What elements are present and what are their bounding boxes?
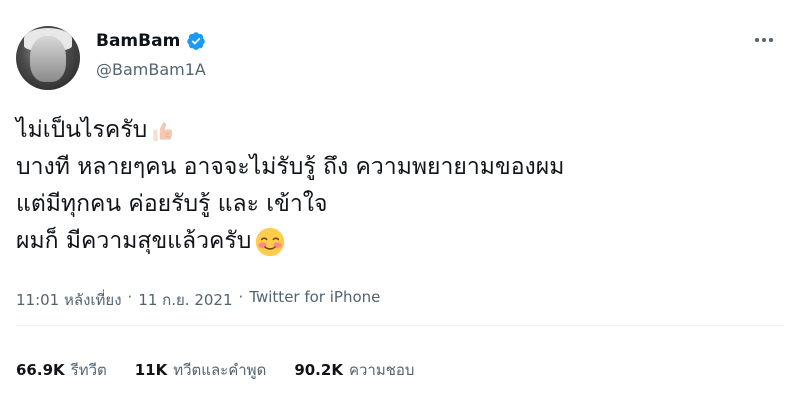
more-options-icon[interactable]	[750, 30, 778, 50]
tweet-time[interactable]: 11:01 หลังเที่ยง	[16, 288, 122, 312]
thumbs-up-icon	[153, 121, 173, 141]
retweets-stat[interactable]: 66.9K รีทวีต	[16, 358, 107, 382]
author-handle[interactable]: @BamBam1A	[96, 60, 206, 79]
tweet-line-text: บางที หลายๆคน อาจจะไม่รับรู้ ถึง ความพยา…	[16, 154, 565, 180]
quotes-label: ทวีตและคำพูด	[173, 361, 267, 379]
likes-count: 90.2K	[294, 361, 343, 379]
tweet-line-2: บางที หลายๆคน อาจจะไม่รับรู้ ถึง ความพยา…	[16, 149, 756, 186]
tweet-text: ไม่เป็นไรครับ บางที หลายๆคน อาจจะไม่รับร…	[16, 112, 756, 260]
more-dot	[762, 38, 766, 42]
tweet-line-1: ไม่เป็นไรครับ	[16, 112, 756, 149]
tweet-line-text: ไม่เป็นไรครับ	[16, 117, 148, 143]
tweet-line-3: แต่มีทุกคน ค่อยรับรู้ และ เข้าใจ	[16, 186, 756, 223]
verified-badge-icon	[187, 32, 206, 50]
likes-label: ความชอบ	[348, 361, 415, 379]
author-name[interactable]: BamBam	[96, 31, 180, 51]
divider	[16, 325, 784, 326]
retweets-count: 66.9K	[16, 361, 65, 379]
smiling-face-icon	[256, 227, 285, 256]
likes-stat[interactable]: 90.2K ความชอบ	[294, 358, 414, 382]
more-dot	[769, 38, 773, 42]
quotes-stat[interactable]: 11K ทวีตและคำพูด	[135, 358, 267, 382]
retweets-label: รีทวีต	[70, 361, 107, 379]
more-dot	[755, 38, 759, 42]
tweet-line-text: ผมก็ มีความสุขแล้วครับ	[16, 228, 252, 254]
quotes-count: 11K	[134, 361, 168, 379]
avatar[interactable]	[16, 26, 80, 90]
meta-separator: ·	[127, 288, 133, 306]
meta-separator: ·	[238, 288, 244, 306]
tweet-line-text: แต่มีทุกคน ค่อยรับรู้ และ เข้าใจ	[16, 191, 328, 217]
tweet-meta: 11:01 หลังเที่ยง · 11 ก.ย. 2021 · Twitte…	[16, 288, 380, 312]
tweet-stats: 66.9K รีทวีต 11K ทวีตและคำพูด 90.2K ความ…	[16, 358, 414, 382]
tweet-line-4: ผมก็ มีความสุขแล้วครับ	[16, 223, 756, 260]
author-name-row[interactable]: BamBam	[96, 31, 206, 51]
tweet-source[interactable]: Twitter for iPhone	[249, 288, 380, 312]
tweet-date[interactable]: 11 ก.ย. 2021	[138, 288, 232, 312]
avatar-face	[30, 36, 66, 82]
